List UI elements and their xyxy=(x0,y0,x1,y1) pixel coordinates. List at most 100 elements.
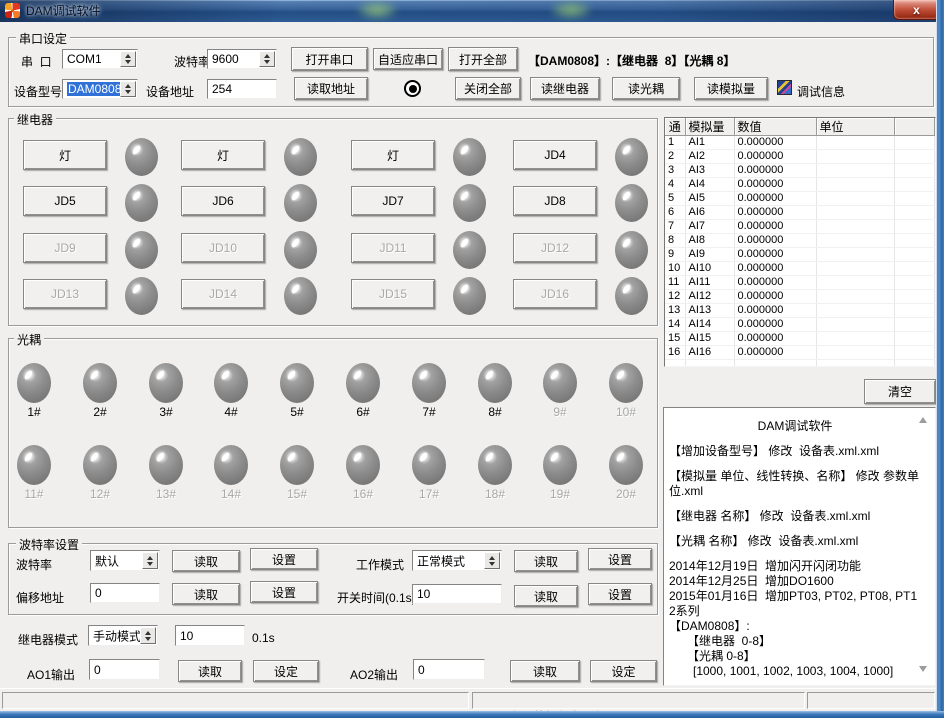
analog-row-12[interactable]: 12AI120.000000 xyxy=(665,290,935,304)
relay-button-1[interactable]: 灯 xyxy=(23,140,107,170)
ao2-input[interactable]: 0 xyxy=(413,659,485,680)
device-address-input[interactable]: 254 xyxy=(207,79,277,99)
analog-row-14[interactable]: 14AI140.000000 xyxy=(665,318,935,332)
relay-button-2[interactable]: 灯 xyxy=(181,140,265,170)
offset-input[interactable]: 0 xyxy=(90,583,160,603)
log-panel[interactable]: DAM调试软件【增加设备型号】 修改 设备表.xml.xml【模拟量 单位、线性… xyxy=(663,407,936,686)
analog-row-5[interactable]: 5AI50.000000 xyxy=(665,192,935,206)
relay-button-9[interactable]: JD9 xyxy=(23,233,107,263)
relaymode-combobox[interactable]: 手动模式 xyxy=(88,625,158,646)
analog-col-header-4[interactable]: 单位 xyxy=(816,118,894,136)
analog-row-10[interactable]: 10AI100.000000 xyxy=(665,262,935,276)
relay-button-7[interactable]: JD7 xyxy=(351,186,435,216)
analog-row-6[interactable]: 6AI60.000000 xyxy=(665,206,935,220)
analog-row-1[interactable]: 1AI10.000000 xyxy=(665,136,935,150)
relay-button-12[interactable]: JD12 xyxy=(513,233,597,263)
relay-button-8[interactable]: JD8 xyxy=(513,186,597,216)
dropdown-arrow-icon[interactable] xyxy=(142,552,158,569)
dropdown-arrow-icon[interactable] xyxy=(120,81,136,97)
analog-table-header[interactable]: 通模拟量数值单位 xyxy=(665,118,935,136)
settings-baud-value: 默认 xyxy=(95,552,142,569)
analog-row-16[interactable]: 16AI160.000000 xyxy=(665,346,935,360)
dropdown-arrow-icon[interactable] xyxy=(484,552,500,569)
scroll-down-icon[interactable] xyxy=(919,666,927,676)
workmode-combobox[interactable]: 正常模式 xyxy=(412,550,502,571)
analog-table-body: 1AI10.0000002AI20.0000003AI30.0000004AI4… xyxy=(665,136,935,368)
open-serial-button[interactable]: 打开串口 xyxy=(291,47,368,71)
relay-button-3[interactable]: 灯 xyxy=(351,140,435,170)
switchtime-read-button[interactable]: 读取 xyxy=(514,585,578,607)
dropdown-arrow-icon[interactable] xyxy=(140,627,156,644)
dropdown-arrow-icon[interactable] xyxy=(120,51,136,67)
baud-set-button[interactable]: 设置 xyxy=(250,548,318,570)
ao1-input[interactable]: 0 xyxy=(89,659,160,680)
ao1-read-button[interactable]: 读取 xyxy=(178,660,242,682)
analog-cell: AI10 xyxy=(685,262,734,276)
window-border-bottom xyxy=(0,711,944,718)
relay-button-15[interactable]: JD15 xyxy=(351,279,435,309)
status-panel-left xyxy=(2,692,469,709)
serial-port-combobox[interactable]: COM1 xyxy=(62,49,138,69)
relay-button-14[interactable]: JD14 xyxy=(181,279,265,309)
analog-row-4[interactable]: 4AI40.000000 xyxy=(665,178,935,192)
analog-cell: 13 xyxy=(665,304,685,318)
opto-led-2 xyxy=(83,363,117,403)
analog-col-header-3[interactable]: 数值 xyxy=(734,118,816,136)
analog-row-7[interactable]: 7AI70.000000 xyxy=(665,220,935,234)
switchtime-set-button[interactable]: 设置 xyxy=(588,583,652,605)
clear-button[interactable]: 清空 xyxy=(864,379,936,404)
relay-button-16[interactable]: JD16 xyxy=(513,279,597,309)
log-line-4: 【继电器 名称】 修改 设备表.xml.xml xyxy=(669,509,921,524)
analog-row-2[interactable]: 2AI20.000000 xyxy=(665,150,935,164)
offset-read-button[interactable]: 读取 xyxy=(172,583,240,605)
ao2-set-button[interactable]: 设定 xyxy=(590,660,657,682)
offset-set-button[interactable]: 设置 xyxy=(250,581,318,603)
baud-read-button[interactable]: 读取 xyxy=(172,550,240,572)
open-all-button[interactable]: 打开全部 xyxy=(448,47,518,71)
model-combobox[interactable]: DAM0808 xyxy=(62,79,138,99)
analog-cell: 9 xyxy=(665,248,685,262)
analog-cell xyxy=(816,220,894,234)
model-value: DAM0808 xyxy=(67,82,120,96)
read-opto-button[interactable]: 读光耦 xyxy=(612,77,680,100)
analog-row-11[interactable]: 11AI110.000000 xyxy=(665,276,935,290)
read-address-button[interactable]: 读取地址 xyxy=(294,77,368,100)
workmode-set-button[interactable]: 设置 xyxy=(588,548,652,570)
relaymode-time-input[interactable]: 10 xyxy=(175,625,245,646)
analog-row-15[interactable]: 15AI150.000000 xyxy=(665,332,935,346)
analog-cell: 5 xyxy=(665,192,685,206)
read-relay-button[interactable]: 读继电器 xyxy=(530,77,600,100)
relay-button-10[interactable]: JD10 xyxy=(181,233,265,263)
analog-cell: 14 xyxy=(665,318,685,332)
relay-button-5[interactable]: JD5 xyxy=(23,186,107,216)
analog-col-header-2[interactable]: 模拟量 xyxy=(685,118,734,136)
analog-cell xyxy=(816,164,894,178)
relay-button-11[interactable]: JD11 xyxy=(351,233,435,263)
scroll-up-icon[interactable] xyxy=(919,413,927,423)
relay-button-13[interactable]: JD13 xyxy=(23,279,107,309)
title-bar[interactable]: DAM调试软件 x xyxy=(0,0,944,22)
settings-baud-combobox[interactable]: 默认 xyxy=(90,550,160,571)
switchtime-input[interactable]: 10 xyxy=(412,584,502,604)
ao1-set-button[interactable]: 设定 xyxy=(253,660,319,682)
ao2-read-button[interactable]: 读取 xyxy=(510,660,580,682)
read-analog-button[interactable]: 读模拟量 xyxy=(694,77,768,100)
analog-row-9[interactable]: 9AI90.000000 xyxy=(665,248,935,262)
close-button[interactable]: x xyxy=(893,0,940,20)
relay-button-4[interactable]: JD4 xyxy=(513,140,597,170)
analog-row-13[interactable]: 13AI130.000000 xyxy=(665,304,935,318)
relay-button-6[interactable]: JD6 xyxy=(181,186,265,216)
analog-cell xyxy=(816,192,894,206)
analog-col-header-1[interactable]: 通 xyxy=(665,118,685,136)
dropdown-arrow-icon[interactable] xyxy=(259,51,275,67)
ao2-value: 0 xyxy=(418,663,425,677)
close-all-button[interactable]: 关闭全部 xyxy=(455,77,521,100)
analog-col-header-5[interactable] xyxy=(894,118,935,136)
workmode-read-button[interactable]: 读取 xyxy=(514,550,578,572)
analog-row-3[interactable]: 3AI30.000000 xyxy=(665,164,935,178)
auto-serial-button[interactable]: 自适应串口 xyxy=(373,48,443,70)
opto-led-11 xyxy=(17,445,51,485)
analog-row-8[interactable]: 8AI80.000000 xyxy=(665,234,935,248)
analog-cell: AI8 xyxy=(685,234,734,248)
baud-combobox[interactable]: 9600 xyxy=(207,49,277,69)
